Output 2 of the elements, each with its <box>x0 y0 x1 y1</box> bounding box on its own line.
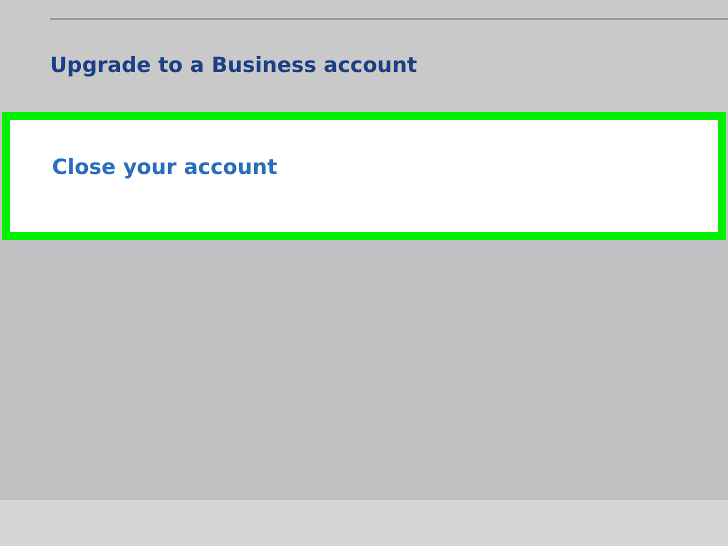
menu-item[interactable]: Close your account <box>2 112 726 240</box>
menu-item[interactable]: Upgrade to a Business account <box>0 20 728 112</box>
